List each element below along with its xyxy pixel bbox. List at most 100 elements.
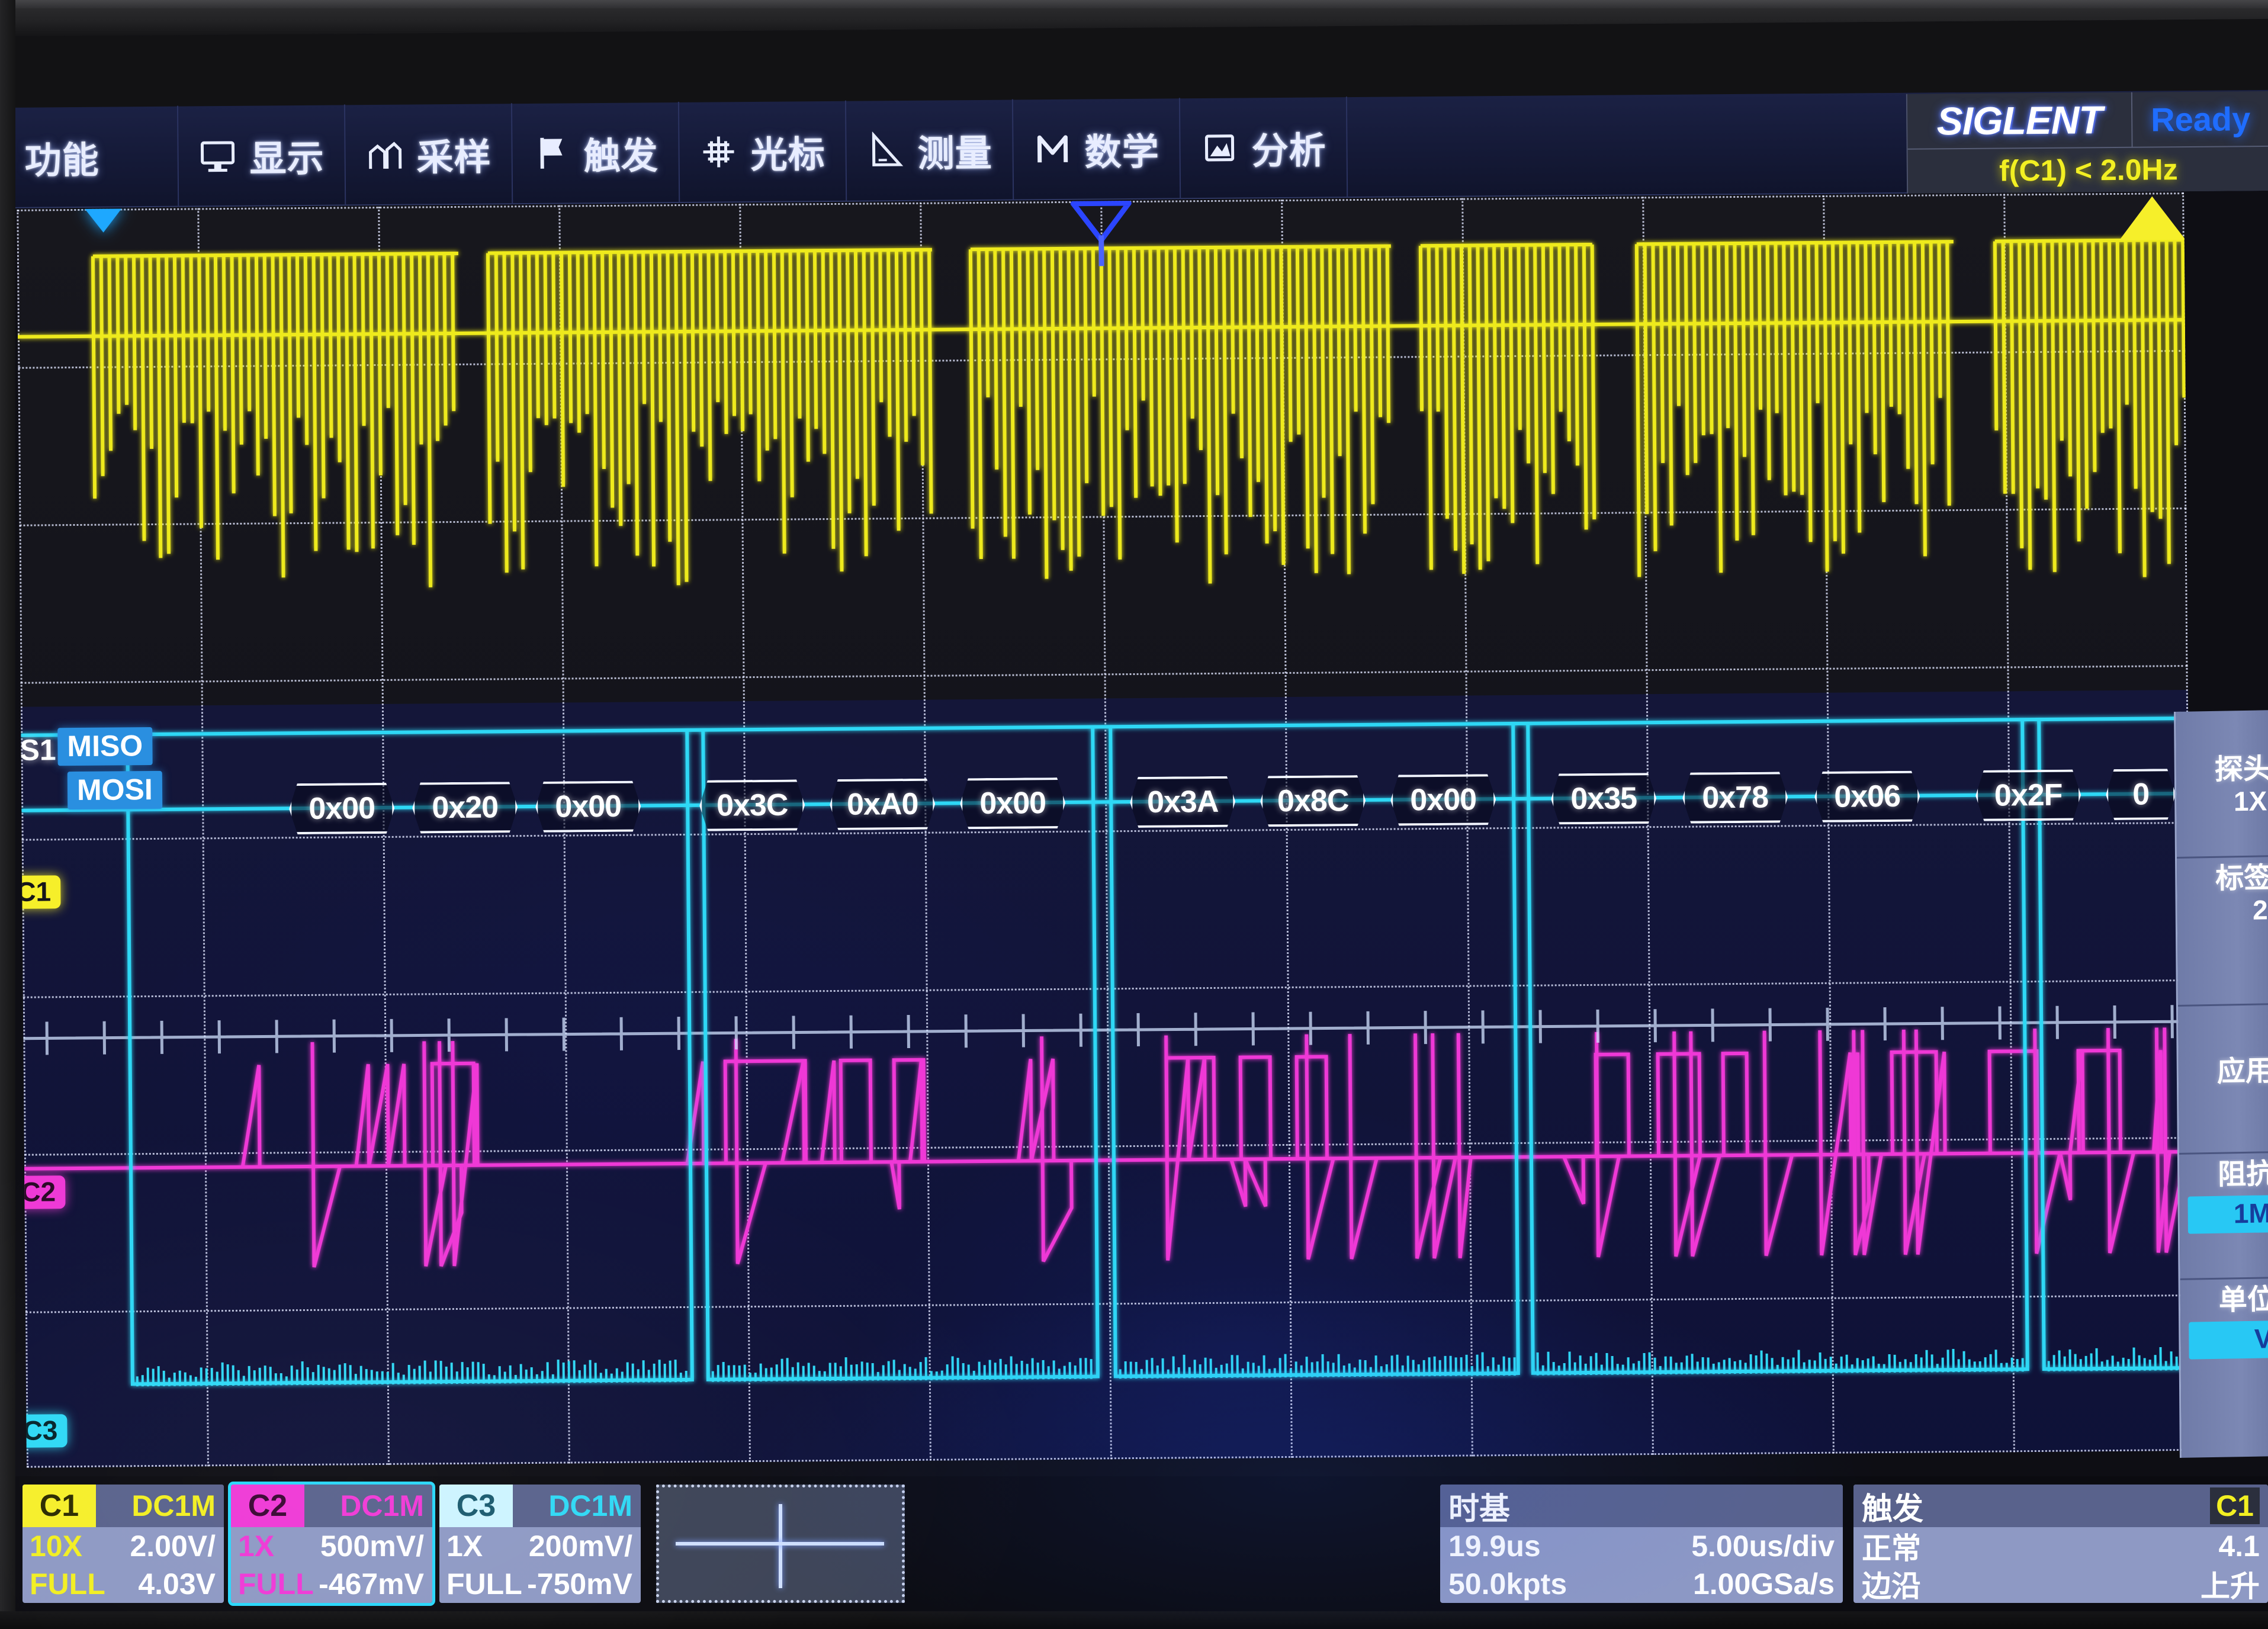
trigger-title: 触发 bbox=[1862, 1492, 1924, 1527]
channel-tag[interactable]: C1 bbox=[23, 1485, 96, 1527]
menu-item-label: 光标 bbox=[750, 134, 825, 176]
bus-row-label-miso[interactable]: MISO bbox=[57, 727, 153, 766]
menu-item-function[interactable]: 功能 bbox=[0, 105, 179, 208]
menu-item-trigger[interactable]: 触发 bbox=[512, 101, 680, 204]
brand-row: SIGLENT Ready bbox=[1907, 91, 2268, 150]
panel-section-title: 应用 bbox=[2216, 1056, 2268, 1088]
decode-packet[interactable]: 0x8C bbox=[1260, 775, 1366, 827]
menu-item-label: 数学 bbox=[1084, 131, 1159, 173]
timebase-title: 时基 bbox=[1448, 1492, 1511, 1527]
channel-scale: 500mV/ bbox=[320, 1530, 424, 1563]
channel-scale: 200mV/ bbox=[528, 1530, 632, 1563]
channel-offset: -467mV bbox=[319, 1567, 424, 1601]
channel-box-header: C1 DC1M bbox=[23, 1485, 224, 1527]
channel-tag[interactable]: C3 bbox=[439, 1485, 513, 1527]
panel-section-value[interactable]: 1M bbox=[2187, 1194, 2268, 1234]
status-badge: Ready bbox=[2131, 91, 2268, 148]
decode-packet[interactable]: 0x00 bbox=[535, 781, 641, 833]
menu-item-label: 显示 bbox=[249, 138, 325, 180]
bezel-bottom bbox=[0, 1611, 2268, 1629]
decode-packet[interactable]: 0x20 bbox=[412, 782, 518, 833]
spi-decode-packets: 0x00 0x20 0x00 0x3C 0xA0 0x00 0x3A 0x8C … bbox=[17, 192, 2194, 1468]
decode-packet[interactable]: 0x78 bbox=[1682, 772, 1788, 823]
channel-box-header: C3 DC1M bbox=[439, 1485, 641, 1527]
oscilloscope-photo: 功能 显示 采样 触发 光标 测量 数学 分析 SIGLENT Ready f(… bbox=[0, 0, 2268, 1629]
channel-bw-offset-row: FULL 4.03V bbox=[23, 1565, 224, 1603]
trigger-row-2: 边沿 上升 bbox=[1853, 1565, 2268, 1603]
decode-packet[interactable]: 0x06 bbox=[1814, 771, 1920, 822]
bus-row-label-mosi[interactable]: MOSI bbox=[67, 770, 163, 810]
timebase-samplerate: 1.00GSa/s bbox=[1692, 1567, 1835, 1601]
panel-section-unit[interactable]: 单位 V bbox=[2180, 1278, 2268, 1406]
channel-settings-panel[interactable]: 探头 1X 标签 2 应用 阻抗 1M 单位 V bbox=[2174, 710, 2268, 1458]
waveform-grid[interactable]: C1 C2 C3 S1 MISO MOSI 0x00 0x20 0x00 0x3… bbox=[17, 192, 2194, 1468]
timebase-delay: 19.9us bbox=[1448, 1530, 1541, 1563]
menu-item-display[interactable]: 显示 bbox=[178, 104, 346, 207]
trigger-source[interactable]: C1 bbox=[2210, 1487, 2260, 1524]
channel-coupling[interactable]: DC1M bbox=[513, 1485, 641, 1527]
channel-bw-offset-row: FULL -750mV bbox=[439, 1565, 641, 1603]
measure-triangle-icon bbox=[866, 131, 905, 170]
brand-status-block: SIGLENT Ready f(C1) < 2.0Hz bbox=[1906, 91, 2268, 194]
panel-section-value: 2 bbox=[2252, 894, 2268, 926]
channel-scale: 2.00V/ bbox=[130, 1530, 216, 1563]
trigger-mode: 正常 bbox=[1862, 1532, 1921, 1565]
bezel-left bbox=[0, 0, 15, 1629]
trigger-slope: 上升 bbox=[2200, 1570, 2260, 1603]
timebase-memory: 50.0kpts bbox=[1448, 1567, 1567, 1601]
decode-packet[interactable]: 0xA0 bbox=[830, 779, 936, 830]
channel-probe: 1X bbox=[238, 1530, 275, 1563]
acquire-bars-icon bbox=[365, 136, 404, 174]
channel-probe-scale-row: 1X 500mV/ bbox=[231, 1527, 432, 1565]
panel-section-apply[interactable]: 应用 bbox=[2177, 1005, 2268, 1155]
position-crosshair-indicator[interactable] bbox=[656, 1485, 905, 1603]
channel-box-c1[interactable]: C1 DC1M 10X 2.00V/ FULL 4.03V bbox=[23, 1485, 224, 1603]
channel-coupling[interactable]: DC1M bbox=[96, 1485, 224, 1527]
channel-tag[interactable]: C2 bbox=[231, 1485, 304, 1527]
decode-packet[interactable]: 0x00 bbox=[1390, 774, 1496, 825]
decode-packet[interactable]: 0x00 bbox=[289, 783, 395, 834]
decode-packet-clipped[interactable]: 0 bbox=[2106, 769, 2176, 820]
channel-bw-offset-row: FULL -467mV bbox=[231, 1565, 432, 1603]
menu-item-label: 分析 bbox=[1251, 130, 1326, 172]
panel-section-probe[interactable]: 探头 1X bbox=[2176, 710, 2268, 859]
panel-section-label[interactable]: 标签 2 bbox=[2177, 857, 2268, 1007]
menu-item-label: 采样 bbox=[416, 137, 491, 179]
panel-section-title: 探头 bbox=[2214, 754, 2268, 786]
channel-probe-scale-row: 1X 200mV/ bbox=[439, 1527, 641, 1565]
menu-item-acquire[interactable]: 采样 bbox=[345, 103, 513, 205]
panel-section-title: 阻抗 bbox=[2217, 1159, 2268, 1191]
channel-bandwidth: FULL bbox=[30, 1567, 105, 1601]
menu-item-analyze[interactable]: 分析 bbox=[1180, 97, 1348, 199]
panel-section-value: 1X bbox=[2233, 785, 2267, 817]
menu-item-measure[interactable]: 测量 bbox=[846, 99, 1014, 201]
decode-packet[interactable]: 0x3A bbox=[1130, 776, 1236, 828]
decode-packet[interactable]: 0x00 bbox=[960, 777, 1066, 829]
crosshair-horizontal-icon bbox=[676, 1542, 884, 1546]
decode-packet[interactable]: 0x2F bbox=[1975, 769, 2081, 821]
decode-packet[interactable]: 0x35 bbox=[1551, 773, 1657, 824]
menu-item-math[interactable]: 数学 bbox=[1013, 98, 1181, 200]
trigger-box[interactable]: 触发 C1 正常 4.1 边沿 上升 bbox=[1853, 1485, 2268, 1603]
menu-item-cursor[interactable]: 光标 bbox=[679, 100, 847, 203]
crosshair-vertical-icon bbox=[779, 1504, 782, 1588]
panel-section-value[interactable]: V bbox=[2189, 1320, 2268, 1360]
cursor-crosshair-icon bbox=[699, 133, 738, 171]
math-m-icon bbox=[1033, 130, 1072, 169]
timebase-box[interactable]: 时基 19.9us 5.00us/div 50.0kpts 1.00GSa/s bbox=[1440, 1485, 1843, 1603]
timebase-scale: 5.00us/div bbox=[1691, 1530, 1835, 1563]
decode-packet[interactable]: 0x3C bbox=[699, 779, 805, 831]
siglent-logo: SIGLENT bbox=[1907, 92, 2132, 150]
panel-section-impedance[interactable]: 阻抗 1M bbox=[2179, 1153, 2268, 1280]
display-monitor-icon bbox=[198, 137, 237, 175]
bezel-highlight bbox=[0, 0, 2268, 8]
channel-coupling[interactable]: DC1M bbox=[304, 1485, 432, 1527]
timebase-row-2: 50.0kpts 1.00GSa/s bbox=[1440, 1565, 1843, 1603]
bus-label-s1: S1 bbox=[20, 733, 56, 767]
channel-box-c3[interactable]: C3 DC1M 1X 200mV/ FULL -750mV bbox=[439, 1485, 641, 1603]
trigger-level: 4.1 bbox=[2218, 1530, 2260, 1563]
oscilloscope-screen: 功能 显示 采样 触发 光标 测量 数学 分析 SIGLENT Ready f(… bbox=[0, 18, 2268, 1624]
panel-section-title: 单位 bbox=[2218, 1284, 2268, 1316]
channel-offset: -750mV bbox=[527, 1567, 632, 1601]
channel-box-c2[interactable]: C2 DC1M 1X 500mV/ FULL -467mV bbox=[228, 1482, 435, 1606]
